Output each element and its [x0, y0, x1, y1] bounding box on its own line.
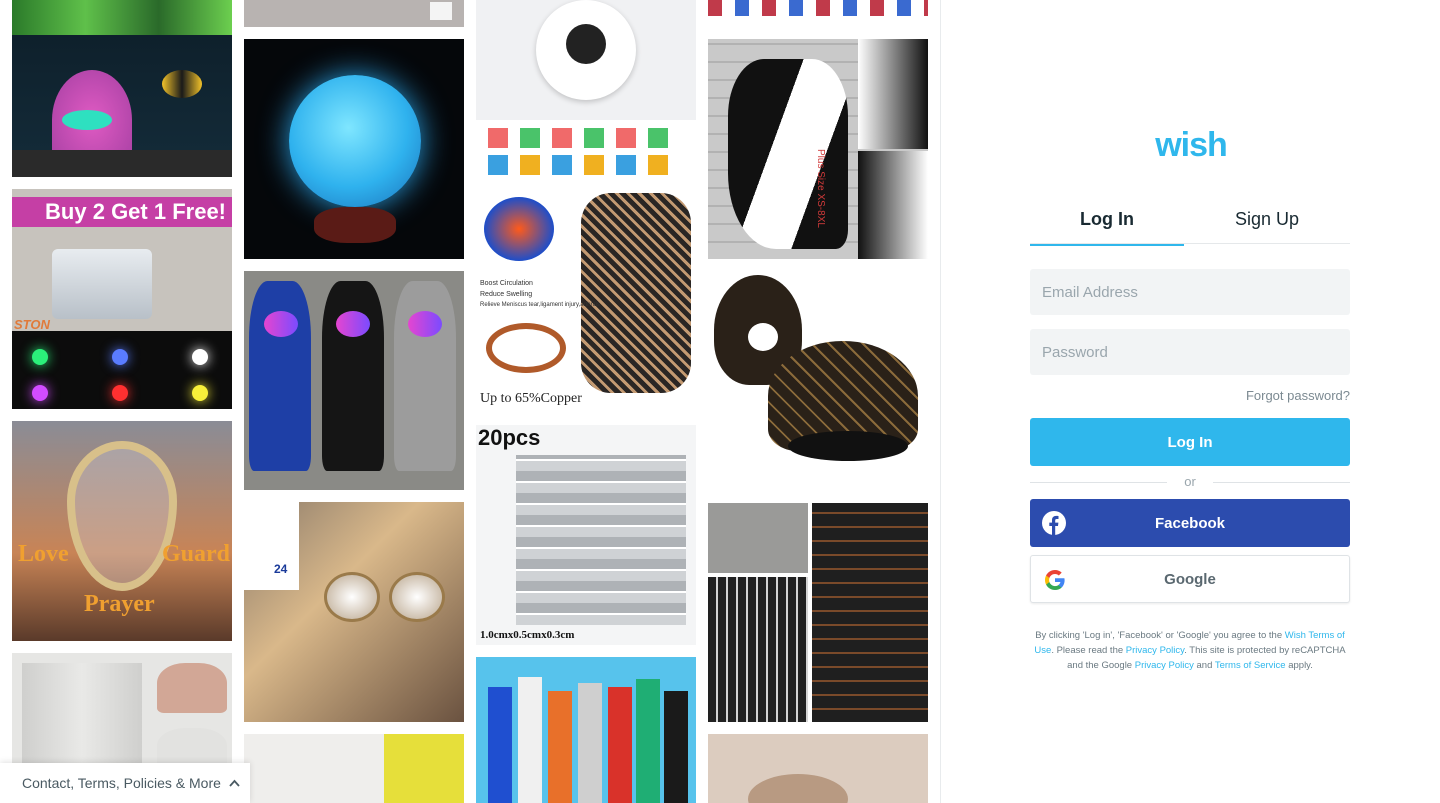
tabs-divider — [1030, 243, 1350, 244]
product-tile-aquarium-plants[interactable] — [12, 0, 232, 177]
legal-text-5: apply. — [1285, 660, 1313, 671]
knee-bullet-1: Boost Circulation — [480, 280, 533, 287]
product-tile-top-partial[interactable] — [244, 0, 464, 27]
facebook-icon — [1042, 511, 1066, 535]
chevron-up-icon — [229, 776, 240, 790]
product-tile-dresses[interactable] — [244, 734, 464, 803]
forgot-password-link[interactable]: Forgot password? — [1200, 388, 1350, 403]
product-tile-pet-bed[interactable] — [708, 734, 928, 803]
google-button-label: Google — [1164, 570, 1216, 588]
google-login-button[interactable]: Google — [1030, 555, 1350, 603]
product-tile-usb-light[interactable]: Buy 2 Get 1 Free! STON — [12, 189, 232, 409]
pendant-word-prayer: Prayer — [84, 591, 155, 617]
or-divider: or — [1030, 474, 1350, 492]
product-tile-heart-pendant[interactable]: Love Guard Prayer — [12, 421, 232, 641]
usb-brand-text: STON — [14, 317, 50, 332]
product-tile-magnets[interactable]: 20pcs 1.0cmx0.5cmx0.3cm — [476, 425, 696, 645]
tab-log-in[interactable]: Log In — [1030, 204, 1184, 246]
tab-sign-up[interactable]: Sign Up — [1190, 204, 1344, 244]
sunglasses-badge: 24 — [274, 562, 288, 576]
product-tile-smartwatch-icons[interactable] — [708, 0, 928, 27]
product-tile-moon-lamp[interactable] — [244, 39, 464, 259]
wish-logo: wish — [1155, 126, 1228, 164]
google-terms-of-service-link[interactable]: Terms of Service — [1215, 660, 1286, 671]
legal-notice: By clicking 'Log in', 'Facebook' or 'Goo… — [1030, 628, 1350, 673]
product-tile-security-camera[interactable] — [476, 0, 696, 180]
product-tile-floral-blouse[interactable]: Plus Size XS-8XL — [708, 39, 928, 259]
password-field[interactable] — [1030, 329, 1350, 375]
legal-text-4: and — [1193, 660, 1215, 671]
product-tile-plaid-pants[interactable] — [708, 503, 928, 722]
blouse-size-text: Plus Size XS-8XL — [815, 149, 826, 228]
promo-banner: Buy 2 Get 1 Free! — [12, 197, 232, 227]
privacy-policy-link[interactable]: Privacy Policy — [1126, 645, 1184, 656]
knee-bullet-3: Relieve Meniscus tear,ligament injury,ar… — [480, 302, 600, 308]
legal-text-1: By clicking 'Log in', 'Facebook' or 'Goo… — [1035, 630, 1285, 641]
login-panel — [941, 0, 1440, 803]
knee-caption: Up to 65%Copper — [480, 391, 582, 406]
footer-links-label: Contact, Terms, Policies & More — [22, 775, 221, 791]
product-tile-knee-sleeve[interactable]: Boost Circulation Reduce Swelling Reliev… — [476, 193, 696, 413]
product-tile-butterfly-outfits[interactable] — [244, 271, 464, 490]
magnets-size: 1.0cmx0.5cmx0.3cm — [480, 629, 575, 641]
log-in-button[interactable]: Log In — [1030, 418, 1350, 466]
pendant-word-love: Love — [18, 541, 69, 567]
footer-links-toggle[interactable]: Contact, Terms, Policies & More — [0, 763, 250, 803]
facebook-button-label: Facebook — [1154, 514, 1226, 532]
google-privacy-policy-link[interactable]: Privacy Policy — [1135, 660, 1194, 671]
google-icon — [1045, 570, 1065, 590]
email-field[interactable] — [1030, 269, 1350, 315]
product-tile-paint-markers[interactable] — [476, 657, 696, 803]
facebook-login-button[interactable]: Facebook — [1030, 499, 1350, 547]
product-tile-sunglasses[interactable]: 24 — [244, 502, 464, 722]
product-tile-baseball-cap[interactable] — [708, 271, 928, 491]
product-grid: Buy 2 Get 1 Free! STON Love Guard Prayer — [0, 0, 941, 803]
pendant-word-guard: Guard — [162, 541, 231, 567]
legal-text-2: . Please read the — [1051, 645, 1126, 656]
knee-bullet-2: Reduce Swelling — [480, 291, 533, 298]
magnets-count: 20pcs — [478, 425, 541, 450]
